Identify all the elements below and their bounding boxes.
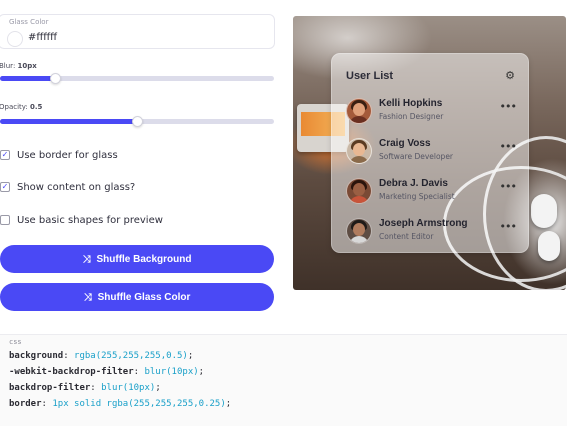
earbud bbox=[538, 231, 560, 261]
checkbox-use-border[interactable]: ✓ Use border for glass bbox=[0, 148, 118, 162]
checkbox-label: Use basic shapes for preview bbox=[17, 214, 163, 226]
code-line: -webkit-backdrop-filter: blur(10px); bbox=[9, 367, 205, 377]
glass-color-value[interactable]: #ffffff bbox=[28, 32, 57, 43]
glass-color-field[interactable]: Glass Color #ffffff bbox=[0, 14, 275, 49]
shuffle-icon: ⤨ bbox=[82, 253, 91, 265]
checkbox-icon[interactable] bbox=[0, 215, 10, 225]
shuffle-background-label: Shuffle Background bbox=[96, 253, 192, 265]
checkbox-basic-shapes[interactable]: Use basic shapes for preview bbox=[0, 213, 163, 227]
user-list-item[interactable]: Debra J. Davis Marketing Specialist ••• bbox=[346, 176, 517, 206]
checkbox-show-content[interactable]: ✓ Show content on glass? bbox=[0, 180, 135, 194]
blur-label: Blur: 10px bbox=[0, 62, 37, 70]
glass-color-label: Glass Color bbox=[9, 18, 49, 26]
code-line: backdrop-filter: blur(10px); bbox=[9, 383, 161, 393]
user-list-item[interactable]: Craig Voss Software Developer ••• bbox=[346, 136, 517, 166]
avatar bbox=[346, 218, 372, 244]
user-role: Marketing Specialist bbox=[379, 192, 455, 201]
opacity-label: Opacity: 0.5 bbox=[0, 103, 42, 111]
more-icon[interactable]: ••• bbox=[500, 140, 517, 153]
code-line: background: rgba(255,255,255,0.5); bbox=[9, 351, 194, 361]
card-title: User List bbox=[346, 70, 394, 82]
code-value: blur(10px) bbox=[101, 383, 156, 393]
shuffle-background-button[interactable]: ⤨ Shuffle Background bbox=[0, 245, 274, 273]
shuffle-glass-color-button[interactable]: ⤨ Shuffle Glass Color bbox=[0, 283, 274, 311]
blur-slider[interactable] bbox=[0, 73, 274, 84]
css-code-block: css background: rgba(255,255,255,0.5); -… bbox=[0, 334, 567, 426]
code-property: background bbox=[9, 351, 64, 361]
glass-card: User List ⚙ Kelli Hopkins Fashion Design… bbox=[331, 53, 529, 253]
code-property: backdrop-filter bbox=[9, 383, 91, 393]
checkbox-label: Show content on glass? bbox=[17, 181, 136, 193]
blur-value: 10px bbox=[17, 62, 37, 70]
opacity-label-text: Opacity: bbox=[0, 103, 28, 111]
checkbox-label: Use border for glass bbox=[17, 149, 118, 161]
code-value: 1px solid rgba(255,255,255,0.25) bbox=[52, 399, 226, 409]
code-value: blur(10px) bbox=[144, 367, 199, 377]
blur-label-text: Blur: bbox=[0, 62, 16, 70]
user-name: Craig Voss bbox=[379, 138, 431, 149]
user-role: Fashion Designer bbox=[379, 112, 444, 121]
avatar bbox=[346, 178, 372, 204]
user-list-item[interactable]: Joseph Armstrong Content Editor ••• bbox=[346, 216, 517, 246]
earbud bbox=[531, 194, 557, 228]
user-role: Content Editor bbox=[379, 232, 434, 241]
user-list-item[interactable]: Kelli Hopkins Fashion Designer ••• bbox=[346, 96, 517, 126]
more-icon[interactable]: ••• bbox=[500, 100, 517, 113]
blur-slider-fill bbox=[0, 76, 55, 81]
opacity-value: 0.5 bbox=[30, 103, 43, 111]
opacity-slider[interactable] bbox=[0, 116, 274, 127]
opacity-slider-thumb[interactable] bbox=[132, 116, 143, 127]
shuffle-icon: ⤨ bbox=[83, 291, 92, 303]
more-icon[interactable]: ••• bbox=[500, 180, 517, 193]
checkbox-icon[interactable]: ✓ bbox=[0, 150, 10, 160]
user-name: Joseph Armstrong bbox=[379, 218, 468, 229]
code-language-label: css bbox=[9, 338, 22, 346]
shuffle-glass-label: Shuffle Glass Color bbox=[97, 291, 191, 303]
more-icon[interactable]: ••• bbox=[500, 220, 517, 233]
avatar bbox=[346, 138, 372, 164]
user-name: Kelli Hopkins bbox=[379, 98, 443, 109]
blur-slider-thumb[interactable] bbox=[49, 73, 61, 84]
code-property: border bbox=[9, 399, 42, 409]
opacity-slider-fill bbox=[0, 119, 137, 124]
code-value: rgba(255,255,255,0.5) bbox=[74, 351, 188, 361]
color-swatch[interactable] bbox=[7, 31, 23, 47]
gear-icon[interactable]: ⚙ bbox=[505, 69, 515, 82]
user-name: Debra J. Davis bbox=[379, 178, 448, 189]
avatar bbox=[346, 98, 372, 124]
user-role: Software Developer bbox=[379, 152, 454, 161]
code-property: -webkit-backdrop-filter bbox=[9, 367, 134, 377]
checkbox-icon[interactable]: ✓ bbox=[0, 182, 10, 192]
code-line: border: 1px solid rgba(255,255,255,0.25)… bbox=[9, 399, 232, 409]
